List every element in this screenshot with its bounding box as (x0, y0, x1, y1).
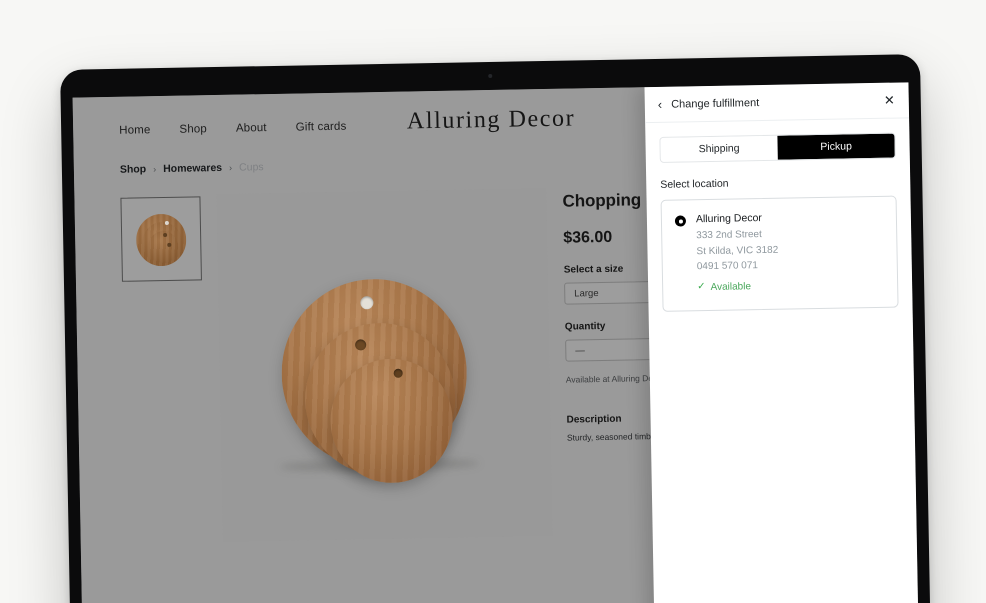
tab-pickup[interactable]: Pickup (777, 133, 895, 160)
select-location-label: Select location (660, 177, 729, 191)
availability-row: ✓ Available (697, 280, 779, 293)
fulfillment-drawer: ‹ Change fulfillment ✕ Shipping Pickup S… (644, 82, 920, 603)
drawer-body: Shipping Pickup Select location Alluring… (645, 118, 918, 603)
size-option-value: Large (574, 287, 599, 299)
nav-link-gift-cards[interactable]: Gift cards (296, 121, 347, 134)
location-option-card[interactable]: Alluring Decor 333 2nd Street St Kilda, … (660, 195, 899, 312)
location-phone: 0491 570 071 (696, 260, 759, 273)
fulfillment-method-toggle: Shipping Pickup (659, 132, 896, 163)
breadcrumb-separator: › (229, 162, 233, 173)
product-thumbnail[interactable] (120, 196, 202, 282)
tab-shipping[interactable]: Shipping (660, 135, 778, 162)
laptop-screen: Home Shop About Gift cards Alluring Deco… (72, 82, 920, 603)
drawer-header: ‹ Change fulfillment ✕ (644, 82, 910, 124)
back-chevron-icon[interactable]: ‹ (658, 97, 663, 112)
nav-link-shop[interactable]: Shop (179, 123, 207, 136)
thumbnail-hole-small (167, 242, 172, 247)
check-icon: ✓ (697, 281, 706, 293)
location-radio-button[interactable] (674, 215, 687, 227)
location-details: Alluring Decor 333 2nd Street St Kilda, … (696, 212, 779, 295)
thumbnail-rail (120, 194, 206, 543)
close-icon[interactable]: ✕ (884, 93, 895, 108)
breadcrumb-current: Cups (238, 161, 264, 174)
availability-status: Available (710, 280, 752, 293)
location-name: Alluring Decor (695, 212, 762, 226)
breadcrumb-separator: › (153, 164, 157, 175)
nav-link-about[interactable]: About (236, 122, 267, 135)
thumbnail-hole-large (164, 220, 169, 225)
device-scene: Home Shop About Gift cards Alluring Deco… (0, 0, 986, 603)
laptop-device: Home Shop About Gift cards Alluring Deco… (60, 54, 932, 603)
drawer-title: Change fulfillment (671, 96, 760, 111)
quantity-value: — (575, 344, 585, 356)
location-address-line-1: 333 2nd Street (696, 229, 762, 242)
product-hero-image[interactable] (216, 187, 553, 542)
breadcrumb-item-shop[interactable]: Shop (120, 163, 146, 175)
location-address-line-2: St Kilda, VIC 3182 (696, 244, 779, 257)
breadcrumb-item-homewares[interactable]: Homewares (163, 162, 222, 175)
nav-link-home[interactable]: Home (119, 124, 150, 137)
store-name: Alluring Decor (406, 105, 576, 135)
webcam-icon (488, 73, 493, 79)
thumbnail-hole-medium (163, 232, 168, 238)
